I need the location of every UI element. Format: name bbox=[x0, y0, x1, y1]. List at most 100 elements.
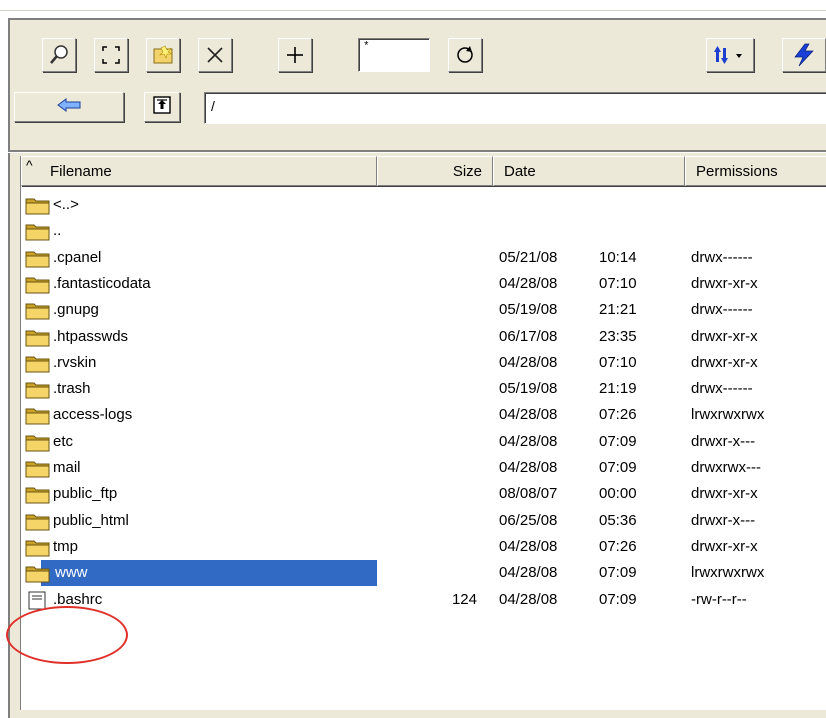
new-folder-button[interactable] bbox=[146, 38, 180, 72]
folder-icon bbox=[25, 274, 51, 294]
file-date: 05/21/08 bbox=[499, 248, 558, 266]
file-time: 07:09 bbox=[599, 459, 637, 476]
file-row[interactable]: access-logs 04/28/08 07:26 lrwxrwxrwx bbox=[21, 402, 826, 428]
file-permissions: drwx------ bbox=[691, 248, 753, 266]
file-time: 07:10 bbox=[599, 274, 637, 292]
file-permissions: lrwxrwxrwx bbox=[691, 406, 765, 424]
folder-icon bbox=[25, 353, 51, 373]
file-permissions: drwxr-x--- bbox=[691, 432, 756, 450]
file-name: .trash bbox=[53, 380, 91, 398]
file-date: 04/28/08 bbox=[499, 406, 558, 424]
file-permissions: drwx------ bbox=[691, 301, 753, 319]
file-date: 04/28/08 bbox=[499, 590, 558, 608]
add-button[interactable] bbox=[278, 38, 312, 72]
file-time: 23:35 bbox=[599, 327, 637, 345]
file-name: .cpanel bbox=[53, 248, 102, 266]
file-name: access-logs bbox=[53, 406, 133, 424]
file-row[interactable]: tmp 04/28/08 07:26 drwxr-xr-x bbox=[21, 534, 826, 560]
column-header-size[interactable]: Size bbox=[377, 156, 493, 186]
folder-icon bbox=[25, 458, 51, 478]
connect-button[interactable] bbox=[782, 38, 826, 72]
sort-icon bbox=[710, 44, 750, 66]
path-input[interactable]: / bbox=[204, 92, 826, 124]
date-header-label: Date bbox=[504, 163, 536, 180]
permissions-header-label: Permissions bbox=[696, 163, 778, 180]
file-time: 21:21 bbox=[599, 301, 637, 319]
delete-icon bbox=[204, 44, 226, 66]
file-permissions: drwxrwx--- bbox=[691, 459, 761, 476]
file-row[interactable]: public_html 06/25/08 05:36 drwxr-x--- bbox=[21, 508, 826, 534]
select-region-icon bbox=[100, 44, 122, 66]
folder-icon bbox=[25, 379, 51, 399]
file-row[interactable]: .rvskin 04/28/08 07:10 drwxr-xr-x bbox=[21, 350, 826, 376]
folder-icon bbox=[25, 248, 51, 268]
file-date: 04/28/08 bbox=[499, 459, 558, 476]
parent-folder-icon bbox=[151, 94, 173, 120]
file-row[interactable]: .. bbox=[21, 218, 826, 244]
file-date: 04/28/08 bbox=[499, 274, 558, 292]
file-row[interactable]: www 04/28/08 07:09 lrwxrwxrwx bbox=[21, 560, 826, 587]
file-time: 07:10 bbox=[599, 353, 637, 371]
file-name: www bbox=[55, 564, 88, 582]
back-button[interactable] bbox=[14, 92, 124, 122]
selection-highlight bbox=[41, 560, 377, 587]
select-region-button[interactable] bbox=[94, 38, 128, 72]
folder-icon bbox=[25, 432, 51, 452]
file-name: mail bbox=[53, 459, 81, 476]
file-size: 124 bbox=[451, 590, 477, 608]
file-permissions: drwxr-xr-x bbox=[691, 274, 758, 292]
column-header-row: ^ Filename Size Date Permissions bbox=[21, 156, 826, 188]
lightning-icon bbox=[791, 43, 817, 67]
file-permissions: drwxr-xr-x bbox=[691, 485, 758, 503]
file-permissions: drwxr-xr-x bbox=[691, 537, 758, 555]
file-permissions: drwxr-x--- bbox=[691, 511, 756, 529]
file-name: .. bbox=[53, 222, 62, 240]
delete-button[interactable] bbox=[198, 38, 232, 72]
file-time: 10:14 bbox=[599, 248, 637, 266]
file-name: etc bbox=[53, 432, 74, 450]
file-time: 07:09 bbox=[599, 564, 637, 582]
file-name: .rvskin bbox=[53, 353, 97, 371]
filter-mask-input[interactable]: * bbox=[358, 38, 430, 72]
column-header-permissions[interactable]: Permissions bbox=[685, 156, 826, 186]
column-header-filename[interactable]: ^ Filename bbox=[21, 156, 377, 186]
refresh-icon bbox=[454, 44, 476, 66]
add-icon bbox=[284, 44, 306, 66]
file-row[interactable]: .cpanel 05/21/08 10:14 drwx------ bbox=[21, 245, 826, 271]
folder-icon bbox=[25, 221, 51, 241]
parent-folder-button[interactable] bbox=[144, 92, 180, 122]
file-row[interactable]: .htpasswds 06/17/08 23:35 drwxr-xr-x bbox=[21, 324, 826, 350]
file-permissions: lrwxrwxrwx bbox=[691, 564, 765, 582]
file-permissions: -rw-r--r-- bbox=[691, 590, 747, 608]
file-name: tmp bbox=[53, 537, 79, 555]
file-date: 04/28/08 bbox=[499, 537, 558, 555]
file-time: 07:26 bbox=[599, 406, 637, 424]
file-row[interactable]: .trash 05/19/08 21:19 drwx------ bbox=[21, 376, 826, 402]
file-name: .bashrc bbox=[53, 590, 103, 608]
file-list[interactable]: ^ Filename Size Date Permissions <..>...… bbox=[20, 156, 826, 710]
file-row[interactable]: public_ftp 08/08/07 00:00 drwxr-xr-x bbox=[21, 481, 826, 507]
file-name: .fantasticodata bbox=[53, 274, 151, 292]
file-date: 05/19/08 bbox=[499, 380, 558, 398]
file-time: 05:36 bbox=[599, 511, 637, 529]
file-row[interactable]: etc 04/28/08 07:09 drwxr-x--- bbox=[21, 429, 826, 455]
find-button[interactable] bbox=[42, 38, 76, 72]
column-header-date[interactable]: Date bbox=[493, 156, 685, 186]
file-row[interactable]: mail 04/28/08 07:09 drwxrwx--- bbox=[21, 455, 826, 481]
file-name: .gnupg bbox=[53, 301, 99, 319]
file-row[interactable]: .gnupg 05/19/08 21:21 drwx------ bbox=[21, 297, 826, 323]
folder-icon bbox=[25, 537, 51, 557]
file-permissions: drwxr-xr-x bbox=[691, 353, 758, 371]
file-row[interactable]: .bashrc 124 04/28/08 07:09 -rw-r--r-- bbox=[21, 587, 826, 613]
folder-icon bbox=[25, 195, 51, 215]
new-folder-icon bbox=[151, 44, 175, 66]
sort-menu-button[interactable] bbox=[706, 38, 754, 72]
file-name: <..> bbox=[53, 196, 79, 213]
file-date: 06/25/08 bbox=[499, 511, 558, 529]
file-name: public_ftp bbox=[53, 485, 118, 503]
file-time: 00:00 bbox=[599, 485, 637, 503]
file-row[interactable]: <..> bbox=[21, 192, 826, 218]
file-row[interactable]: .fantasticodata 04/28/08 07:10 drwxr-xr-x bbox=[21, 271, 826, 297]
folder-icon bbox=[25, 484, 51, 504]
refresh-button[interactable] bbox=[448, 38, 482, 72]
